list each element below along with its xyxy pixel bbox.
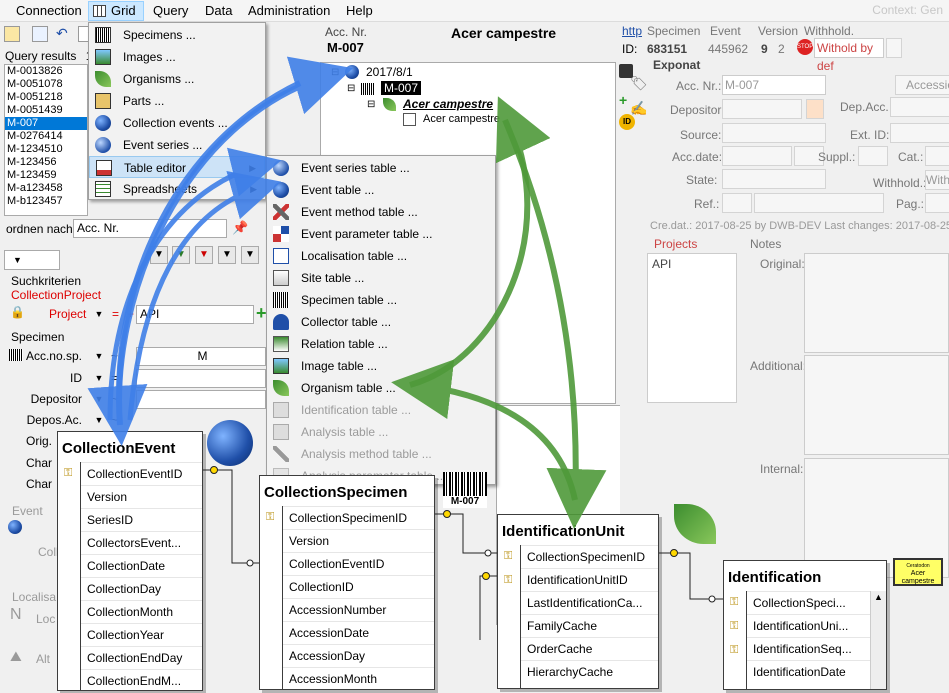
relation-line-iu-id — [659, 552, 723, 600]
green-arrow-organism-2 — [391, 359, 578, 501]
relation-line-ce-cs — [203, 469, 259, 564]
annotation-arrows — [87, 56, 723, 640]
blue-arrow-table — [87, 80, 302, 446]
many-connector-1 — [246, 559, 254, 567]
relation-line-cs-iu — [435, 513, 497, 554]
green-arrow-organism — [409, 96, 551, 388]
key-connector-1 — [210, 466, 218, 474]
green-arrow-iu — [502, 118, 607, 529]
blue-arrow-event-table — [127, 171, 282, 421]
